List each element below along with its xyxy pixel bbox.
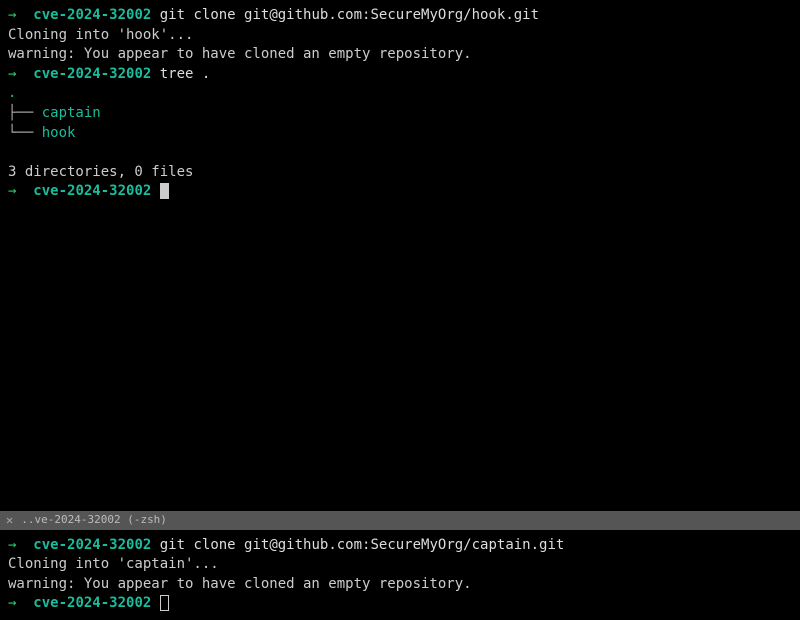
prompt-arrow-icon: →	[8, 183, 16, 199]
prompt-arrow-icon: →	[8, 595, 16, 611]
output-line: warning: You appear to have cloned an em…	[8, 45, 792, 65]
command-text: git clone git@github.com:SecureMyOrg/hoo…	[160, 7, 539, 23]
tree-branch-icon: ├──	[8, 105, 42, 121]
prompt-arrow-icon: →	[8, 66, 16, 82]
tree-root: .	[8, 84, 792, 104]
tree-summary: 3 directories, 0 files	[8, 163, 792, 183]
terminal-pane-bottom[interactable]: ✕ ..ve-2024-32002 (-zsh) → cve-2024-3200…	[0, 511, 800, 620]
prompt-arrow-icon: →	[8, 7, 16, 23]
prompt-dir: cve-2024-32002	[33, 66, 151, 82]
prompt-arrow-icon: →	[8, 537, 16, 553]
tab-title: ..ve-2024-32002 (-zsh)	[21, 512, 167, 527]
command-text: git clone git@github.com:SecureMyOrg/cap…	[160, 537, 565, 553]
output-line: Cloning into 'hook'...	[8, 26, 792, 46]
tree-dir-name: captain	[42, 105, 101, 121]
prompt-line: → cve-2024-32002 tree .	[8, 65, 792, 85]
command-text: tree .	[160, 66, 211, 82]
prompt-dir: cve-2024-32002	[33, 7, 151, 23]
tab-bar[interactable]: ✕ ..ve-2024-32002 (-zsh)	[0, 511, 800, 530]
terminal-pane-top[interactable]: → cve-2024-32002 git clone git@github.co…	[0, 0, 800, 511]
blank-line	[8, 143, 792, 163]
cursor-icon	[160, 595, 169, 611]
tree-dir-name: hook	[42, 125, 76, 141]
prompt-dir: cve-2024-32002	[33, 183, 151, 199]
terminal-content: → cve-2024-32002 git clone git@github.co…	[0, 530, 800, 620]
prompt-line: → cve-2024-32002	[8, 594, 792, 614]
prompt-line: → cve-2024-32002 git clone git@github.co…	[8, 536, 792, 556]
cursor-icon	[160, 183, 169, 199]
output-line: warning: You appear to have cloned an em…	[8, 575, 792, 595]
tree-item: ├── captain	[8, 104, 792, 124]
prompt-line: → cve-2024-32002	[8, 182, 792, 202]
prompt-dir: cve-2024-32002	[33, 537, 151, 553]
tree-item: └── hook	[8, 124, 792, 144]
tree-branch-icon: └──	[8, 125, 42, 141]
tab-close-icon[interactable]: ✕	[6, 514, 13, 526]
output-line: Cloning into 'captain'...	[8, 555, 792, 575]
prompt-line: → cve-2024-32002 git clone git@github.co…	[8, 6, 792, 26]
prompt-dir: cve-2024-32002	[33, 595, 151, 611]
